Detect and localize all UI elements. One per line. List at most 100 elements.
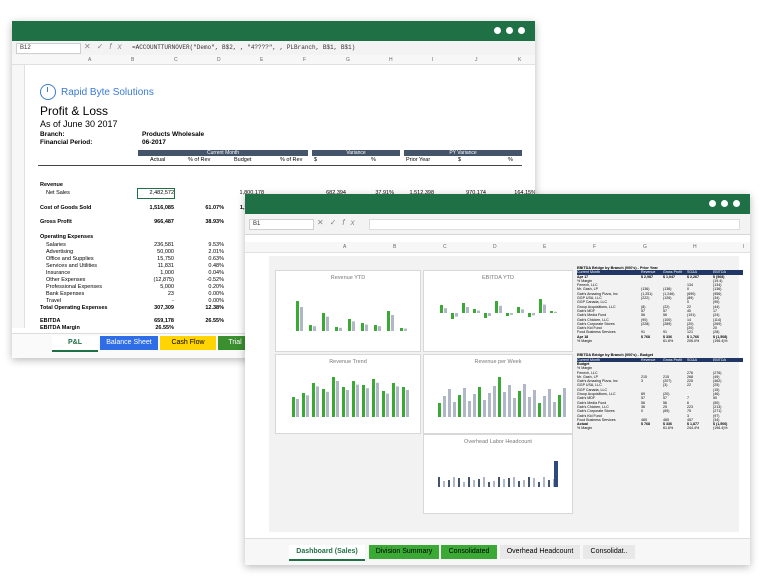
report-title: Profit & Loss	[40, 104, 109, 118]
column-header[interactable]: B	[393, 244, 396, 250]
column-header[interactable]: B	[131, 57, 134, 63]
clock-logo-icon	[40, 84, 56, 100]
name-box[interactable]: B12	[16, 43, 81, 54]
window-menu-icon[interactable]	[494, 27, 525, 34]
excel-window-dashboard: B1 ✕✓fx A B C D E F G H I Revenue YTD EBITDA YTD…	[245, 194, 750, 565]
ebitda-bar	[484, 313, 487, 318]
col-pct: %	[371, 157, 376, 163]
trend-bar	[302, 393, 305, 417]
column-header[interactable]: C	[443, 244, 447, 250]
title-bar-2	[245, 194, 750, 214]
ebitda-bar	[550, 311, 553, 313]
trend-bar-prior	[396, 386, 399, 417]
column-header[interactable]: A	[88, 57, 91, 63]
week-bar	[518, 391, 521, 417]
column-header[interactable]: K	[518, 57, 521, 63]
table-cell: 61.6%	[663, 426, 674, 431]
column-header[interactable]: I	[743, 244, 744, 250]
week-bar	[513, 398, 516, 417]
revenue-bar	[387, 311, 390, 331]
column-header[interactable]: E	[260, 57, 263, 63]
pl-cell[interactable]: 1,516,085	[138, 204, 174, 213]
column-header[interactable]: D	[493, 244, 497, 250]
formula-input-2[interactable]	[369, 219, 740, 230]
col-pct-rev2: % of Rev	[280, 157, 303, 163]
week-bar	[528, 397, 531, 417]
column-header[interactable]: C	[174, 57, 178, 63]
revenue-bar	[335, 327, 338, 331]
headcount-bar	[443, 481, 445, 487]
trend-bar-prior	[356, 384, 359, 417]
col-prior-year: Prior Year	[406, 157, 431, 163]
chart-title: Revenue YTD	[330, 275, 366, 281]
ebitda-ytd-svg	[440, 299, 557, 319]
revenue-per-week-chart: Revenue per Week	[423, 354, 573, 434]
column-header[interactable]: H	[693, 244, 697, 250]
headcount-bar	[463, 482, 465, 487]
branch-value: Products Wholesale	[142, 131, 205, 138]
column-header[interactable]: F	[593, 244, 596, 250]
trend-bar	[352, 381, 355, 417]
week-bar	[483, 400, 486, 417]
table-cell: % Margin	[577, 426, 593, 431]
tab-dashboard-sales[interactable]: Dashboard (Sales)	[289, 545, 365, 561]
table-cell: (196.4)%	[713, 426, 728, 431]
ebitda-bar	[473, 309, 476, 313]
headcount-bar	[488, 482, 490, 487]
formula-icons: ✕✓fx	[84, 42, 128, 51]
budget-bar	[352, 321, 355, 331]
tab-consolidat[interactable]: Consolidat..	[583, 545, 635, 559]
column-header[interactable]: F	[303, 57, 306, 63]
tab-overhead-headcount[interactable]: Overhead Headcount	[500, 545, 580, 559]
budget-bar	[378, 326, 381, 331]
tab-consolidated[interactable]: Consolidated	[441, 545, 497, 559]
budget-bar	[543, 304, 546, 313]
tab-pl[interactable]: P&L	[52, 336, 98, 352]
budget-bar	[339, 327, 342, 331]
pl-row-label: Net Sales	[46, 190, 70, 196]
budget-bar	[404, 328, 407, 331]
headcount-bar	[448, 480, 450, 487]
budget-bar	[300, 307, 303, 331]
tab-cash-flow[interactable]: Cash Flow	[160, 336, 216, 350]
column-header[interactable]: G	[346, 57, 350, 63]
week-bar	[473, 394, 476, 417]
pl-row-label: Cost of Goods Sold	[40, 205, 92, 211]
column-header[interactable]: H	[389, 57, 393, 63]
pl-cell[interactable]: 61.07%	[188, 204, 224, 213]
column-header[interactable]: J	[475, 57, 478, 63]
tab-balance-sheet[interactable]: Balance Sheet	[100, 336, 158, 350]
window-menu-icon-2[interactable]	[709, 200, 740, 207]
week-bar	[523, 384, 526, 417]
column-header[interactable]: G	[643, 244, 647, 250]
trend-bar	[322, 389, 325, 417]
headcount-bar	[458, 478, 460, 487]
pl-cell[interactable]: 966,487	[138, 218, 174, 227]
pl-cell[interactable]: 12.38%	[188, 304, 224, 313]
name-box-2[interactable]: B1	[249, 219, 314, 230]
pl-row-label: Gross Profit	[40, 219, 72, 225]
chart-title: Revenue Trend	[329, 359, 367, 365]
headcount-bar	[438, 477, 440, 487]
pl-cell[interactable]: 38.93%	[188, 218, 224, 227]
trend-bar	[332, 377, 335, 417]
column-header[interactable]: E	[543, 244, 546, 250]
ebitda-bar	[462, 303, 465, 313]
column-header[interactable]: A	[343, 244, 346, 250]
week-bar	[553, 402, 556, 417]
week-bar	[488, 393, 491, 417]
headcount-bar	[453, 477, 455, 487]
branch-label: Branch:	[40, 131, 65, 138]
headcount-bar	[548, 480, 550, 487]
pl-cell[interactable]: 307,309	[138, 304, 174, 313]
column-header[interactable]: D	[217, 57, 221, 63]
pl-cell[interactable]: 26.55%	[138, 324, 174, 333]
revenue-bar	[361, 323, 364, 331]
chart-title: Overhead Labor Headcount	[464, 439, 532, 445]
pl-cell[interactable]: 2,482,572	[137, 188, 175, 199]
tab-division-summary[interactable]: Division Summary	[369, 545, 439, 559]
column-header[interactable]: I	[432, 57, 433, 63]
revenue-trend-svg	[292, 377, 409, 417]
formula-input[interactable]: =ACCOUNTTURNOVER("Demo", B$2, , "4????",…	[132, 43, 525, 52]
week-bar	[548, 389, 551, 417]
